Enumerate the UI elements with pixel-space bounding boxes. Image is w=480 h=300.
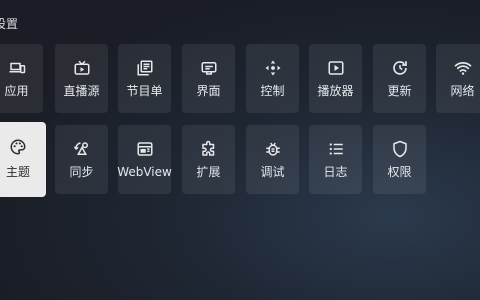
settings-tile-epg[interactable]: 节目单 [118,44,171,113]
update-icon [391,59,409,77]
settings-tile-live-source[interactable]: 直播源 [55,44,108,113]
tile-label: 同步 [69,165,94,179]
list-icon [327,140,345,158]
tile-label: 节目单 [126,84,163,98]
sync-icon [73,140,91,158]
settings-tile-control[interactable]: 控制 [246,44,299,113]
tile-label: 控制 [260,84,285,98]
tile-label: 调试 [260,165,285,179]
settings-tile-app[interactable]: 应用 [0,44,43,113]
settings-tile-update[interactable]: 更新 [373,44,426,113]
tile-label: WebView [117,165,172,179]
settings-tile-sync[interactable]: 同步 [55,125,108,194]
wifi-icon [454,59,472,77]
tile-label: 更新 [387,84,412,98]
tile-label: 日志 [323,165,348,179]
library-icon [136,59,154,77]
tile-label: 主题 [5,165,30,179]
settings-tile-permission[interactable]: 权限 [373,125,426,194]
tile-label: 网络 [450,84,475,98]
tile-label: 权限 [387,165,412,179]
extension-icon [200,140,218,158]
shield-icon [391,140,409,158]
move-arrows-icon [264,59,282,77]
settings-tile-log[interactable]: 日志 [309,125,362,194]
settings-tile-ui[interactable]: 界面 [182,44,235,113]
devices-icon [8,59,26,77]
settings-tile-player[interactable]: 播放器 [309,44,362,113]
subtitles-icon [200,59,218,77]
settings-tile-extension[interactable]: 扩展 [182,125,235,194]
bug-icon [264,140,282,158]
web-window-icon [136,140,154,158]
tile-label: 扩展 [196,165,221,179]
tile-label: 播放器 [317,84,354,98]
tile-label: 应用 [4,84,29,98]
palette-icon [9,138,27,156]
tv-icon [73,59,91,77]
settings-tile-theme[interactable]: 主题 [0,122,46,197]
tile-label: 直播源 [63,84,100,98]
tile-label: 界面 [196,84,221,98]
play-box-icon [327,59,345,77]
settings-tile-debug[interactable]: 调试 [246,125,299,194]
settings-tile-network[interactable]: 网络 [436,44,480,113]
settings-tile-webview[interactable]: WebView [117,125,172,194]
page-title: 设置 [0,17,19,31]
